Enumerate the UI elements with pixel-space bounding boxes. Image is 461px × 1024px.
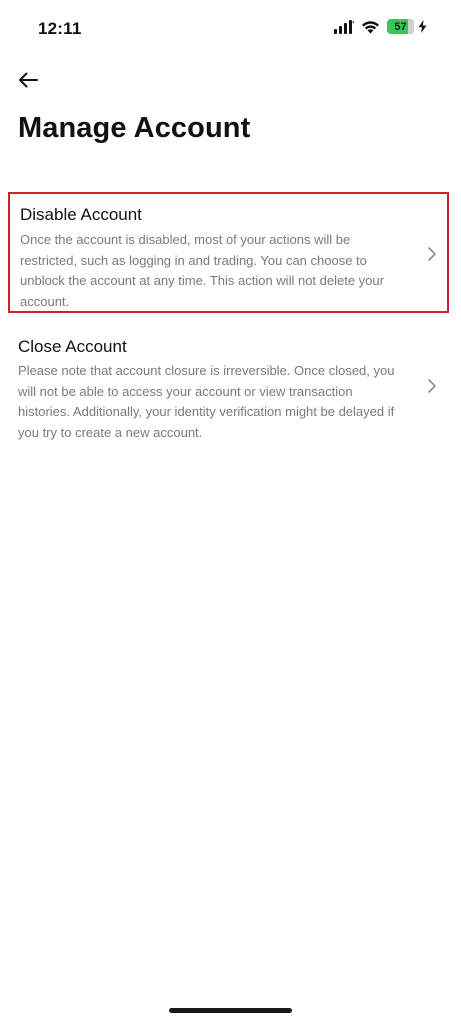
page-title: Manage Account — [18, 112, 251, 144]
status-indicators: 57 — [334, 19, 427, 34]
status-time: 12:11 — [38, 19, 82, 38]
wifi-icon — [362, 20, 379, 33]
disable-account-title: Disable Account — [20, 205, 142, 224]
status-bar: 12:11 57 — [0, 0, 461, 56]
home-indicator[interactable] — [169, 1008, 292, 1013]
battery-icon: 57 — [387, 19, 414, 34]
chevron-right-icon — [428, 247, 436, 261]
battery-empty-portion — [408, 19, 414, 34]
close-account-option[interactable]: Close Account Please note that account c… — [8, 327, 449, 448]
battery-level: 57 — [394, 20, 407, 33]
disable-account-description: Once the account is disabled, most of yo… — [20, 232, 384, 309]
disable-account-option[interactable]: Disable Account Once the account is disa… — [8, 192, 449, 313]
cellular-signal-icon — [334, 19, 354, 34]
back-button[interactable] — [14, 66, 42, 94]
close-account-description: Please note that account closure is irre… — [18, 363, 395, 440]
charging-bolt-icon — [418, 20, 427, 33]
chevron-right-icon — [428, 379, 436, 393]
manage-account-screen: 12:11 57 Manage Account Disable Account … — [0, 0, 461, 1024]
arrow-left-icon — [19, 72, 38, 88]
close-account-title: Close Account — [18, 337, 127, 356]
